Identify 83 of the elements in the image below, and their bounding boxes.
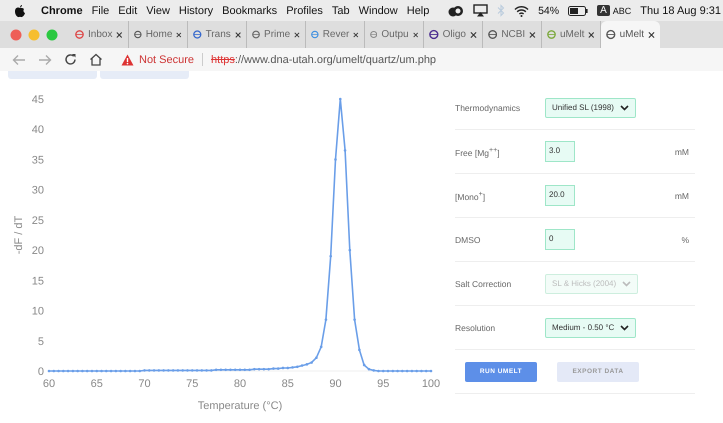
y-tick-label: 0	[38, 366, 44, 378]
y-tick-label: 30	[32, 184, 44, 197]
menu-item[interactable]: Edit	[118, 4, 138, 16]
dropdown[interactable]: Unified SL (1998)	[545, 98, 636, 118]
menu-item[interactable]: Bookmarks	[222, 4, 278, 16]
home-icon[interactable]	[89, 53, 103, 66]
close-icon[interactable]	[294, 30, 300, 38]
x-tick-label: 90	[329, 378, 342, 390]
chevron-down-icon	[622, 280, 632, 286]
close-icon[interactable]	[234, 30, 241, 38]
setting-label: Resolution	[455, 322, 496, 332]
y-tick-label: 10	[32, 306, 44, 318]
warning-icon[interactable]	[121, 54, 134, 66]
dropdown[interactable]: Medium - 0.50 °C	[545, 318, 636, 338]
close-icon[interactable]	[176, 30, 182, 38]
site-icon	[311, 29, 319, 40]
reload-icon[interactable]	[64, 53, 77, 66]
app-menu[interactable]: Chrome	[41, 4, 83, 16]
x-tick-label: 60	[42, 378, 56, 390]
x-tick-label: 75	[186, 378, 198, 390]
x-tick-label: 85	[282, 378, 294, 390]
input-field[interactable]: 0	[545, 229, 575, 250]
site-icon	[75, 29, 84, 40]
site-icon	[547, 29, 556, 40]
chevron-down-icon	[620, 324, 630, 330]
y-tick-label: 15	[32, 275, 44, 288]
browser-tab[interactable]: uMelt	[601, 21, 660, 48]
setting-label: Thermodynamics	[455, 102, 522, 112]
menu-item[interactable]: Help	[406, 4, 430, 16]
x-tick-label: 65	[90, 378, 103, 390]
menu-item[interactable]: File	[92, 4, 110, 16]
x-tick-label: 95	[377, 378, 390, 390]
site-icon	[606, 29, 616, 40]
setting-label: [Mono$^{+}$]	[455, 190, 486, 202]
battery-percent: 54%	[538, 4, 560, 16]
site-icon	[370, 29, 378, 40]
x-axis-label: Temperature (°C)	[198, 400, 282, 412]
close-icon[interactable]	[412, 30, 418, 38]
close-icon[interactable]	[116, 30, 123, 38]
y-tick-label: 35	[32, 154, 44, 166]
close-icon[interactable]	[648, 30, 655, 38]
y-tick-label: 45	[32, 94, 44, 106]
menu-item[interactable]: Profiles	[286, 4, 323, 16]
unit-label: mM	[674, 146, 689, 156]
x-tick-label: 70	[138, 378, 151, 390]
battery-icon[interactable]	[568, 6, 588, 16]
input-field[interactable]: 20.0	[545, 185, 575, 206]
y-tick-label: 40	[32, 124, 44, 136]
close-icon[interactable]	[470, 30, 477, 38]
menu-item[interactable]: Window	[358, 4, 398, 16]
setting-label: DMSO	[455, 234, 482, 244]
x-tick-label: 100	[422, 378, 440, 390]
input-badge[interactable]: A	[597, 5, 610, 16]
menu-item[interactable]: Tab	[332, 4, 350, 16]
security-status[interactable]: Not Secure	[139, 54, 194, 66]
unit-label: %	[681, 234, 689, 244]
site-icon	[488, 29, 498, 40]
site-icon	[193, 29, 202, 40]
input-source[interactable]: ABC	[612, 6, 632, 16]
close-icon[interactable]	[529, 30, 536, 38]
clock[interactable]: Thu 18 Aug 9:31	[640, 4, 721, 16]
chevron-down-icon	[620, 104, 629, 110]
url-text[interactable]: https://www.dna-utah.org/umelt/quartz/um.php	[211, 54, 436, 66]
site-icon	[134, 29, 142, 40]
y-tick-label: 25	[32, 214, 44, 227]
y-tick-label: 5	[38, 336, 44, 348]
menu-item[interactable]: History	[178, 4, 214, 16]
site-icon	[252, 29, 260, 40]
unit-label: mM	[674, 190, 689, 200]
airplay-icon[interactable]	[473, 4, 488, 17]
site-icon	[429, 29, 439, 40]
wifi-icon[interactable]	[514, 4, 530, 16]
close-icon[interactable]	[353, 30, 359, 38]
x-tick-label: 80	[234, 378, 246, 390]
setting-label: Free [Mg$^{++}$]	[455, 146, 501, 158]
input-field[interactable]: 3.0	[545, 141, 575, 162]
y-tick-label: 20	[32, 245, 44, 258]
close-icon[interactable]	[588, 30, 595, 38]
menu-item[interactable]: View	[146, 4, 170, 16]
setting-label: Salt Correction	[455, 278, 512, 288]
y-axis-label: -dF / dT	[13, 216, 25, 254]
cloud-icon[interactable]	[448, 4, 464, 16]
apple-icon[interactable]	[14, 4, 26, 18]
